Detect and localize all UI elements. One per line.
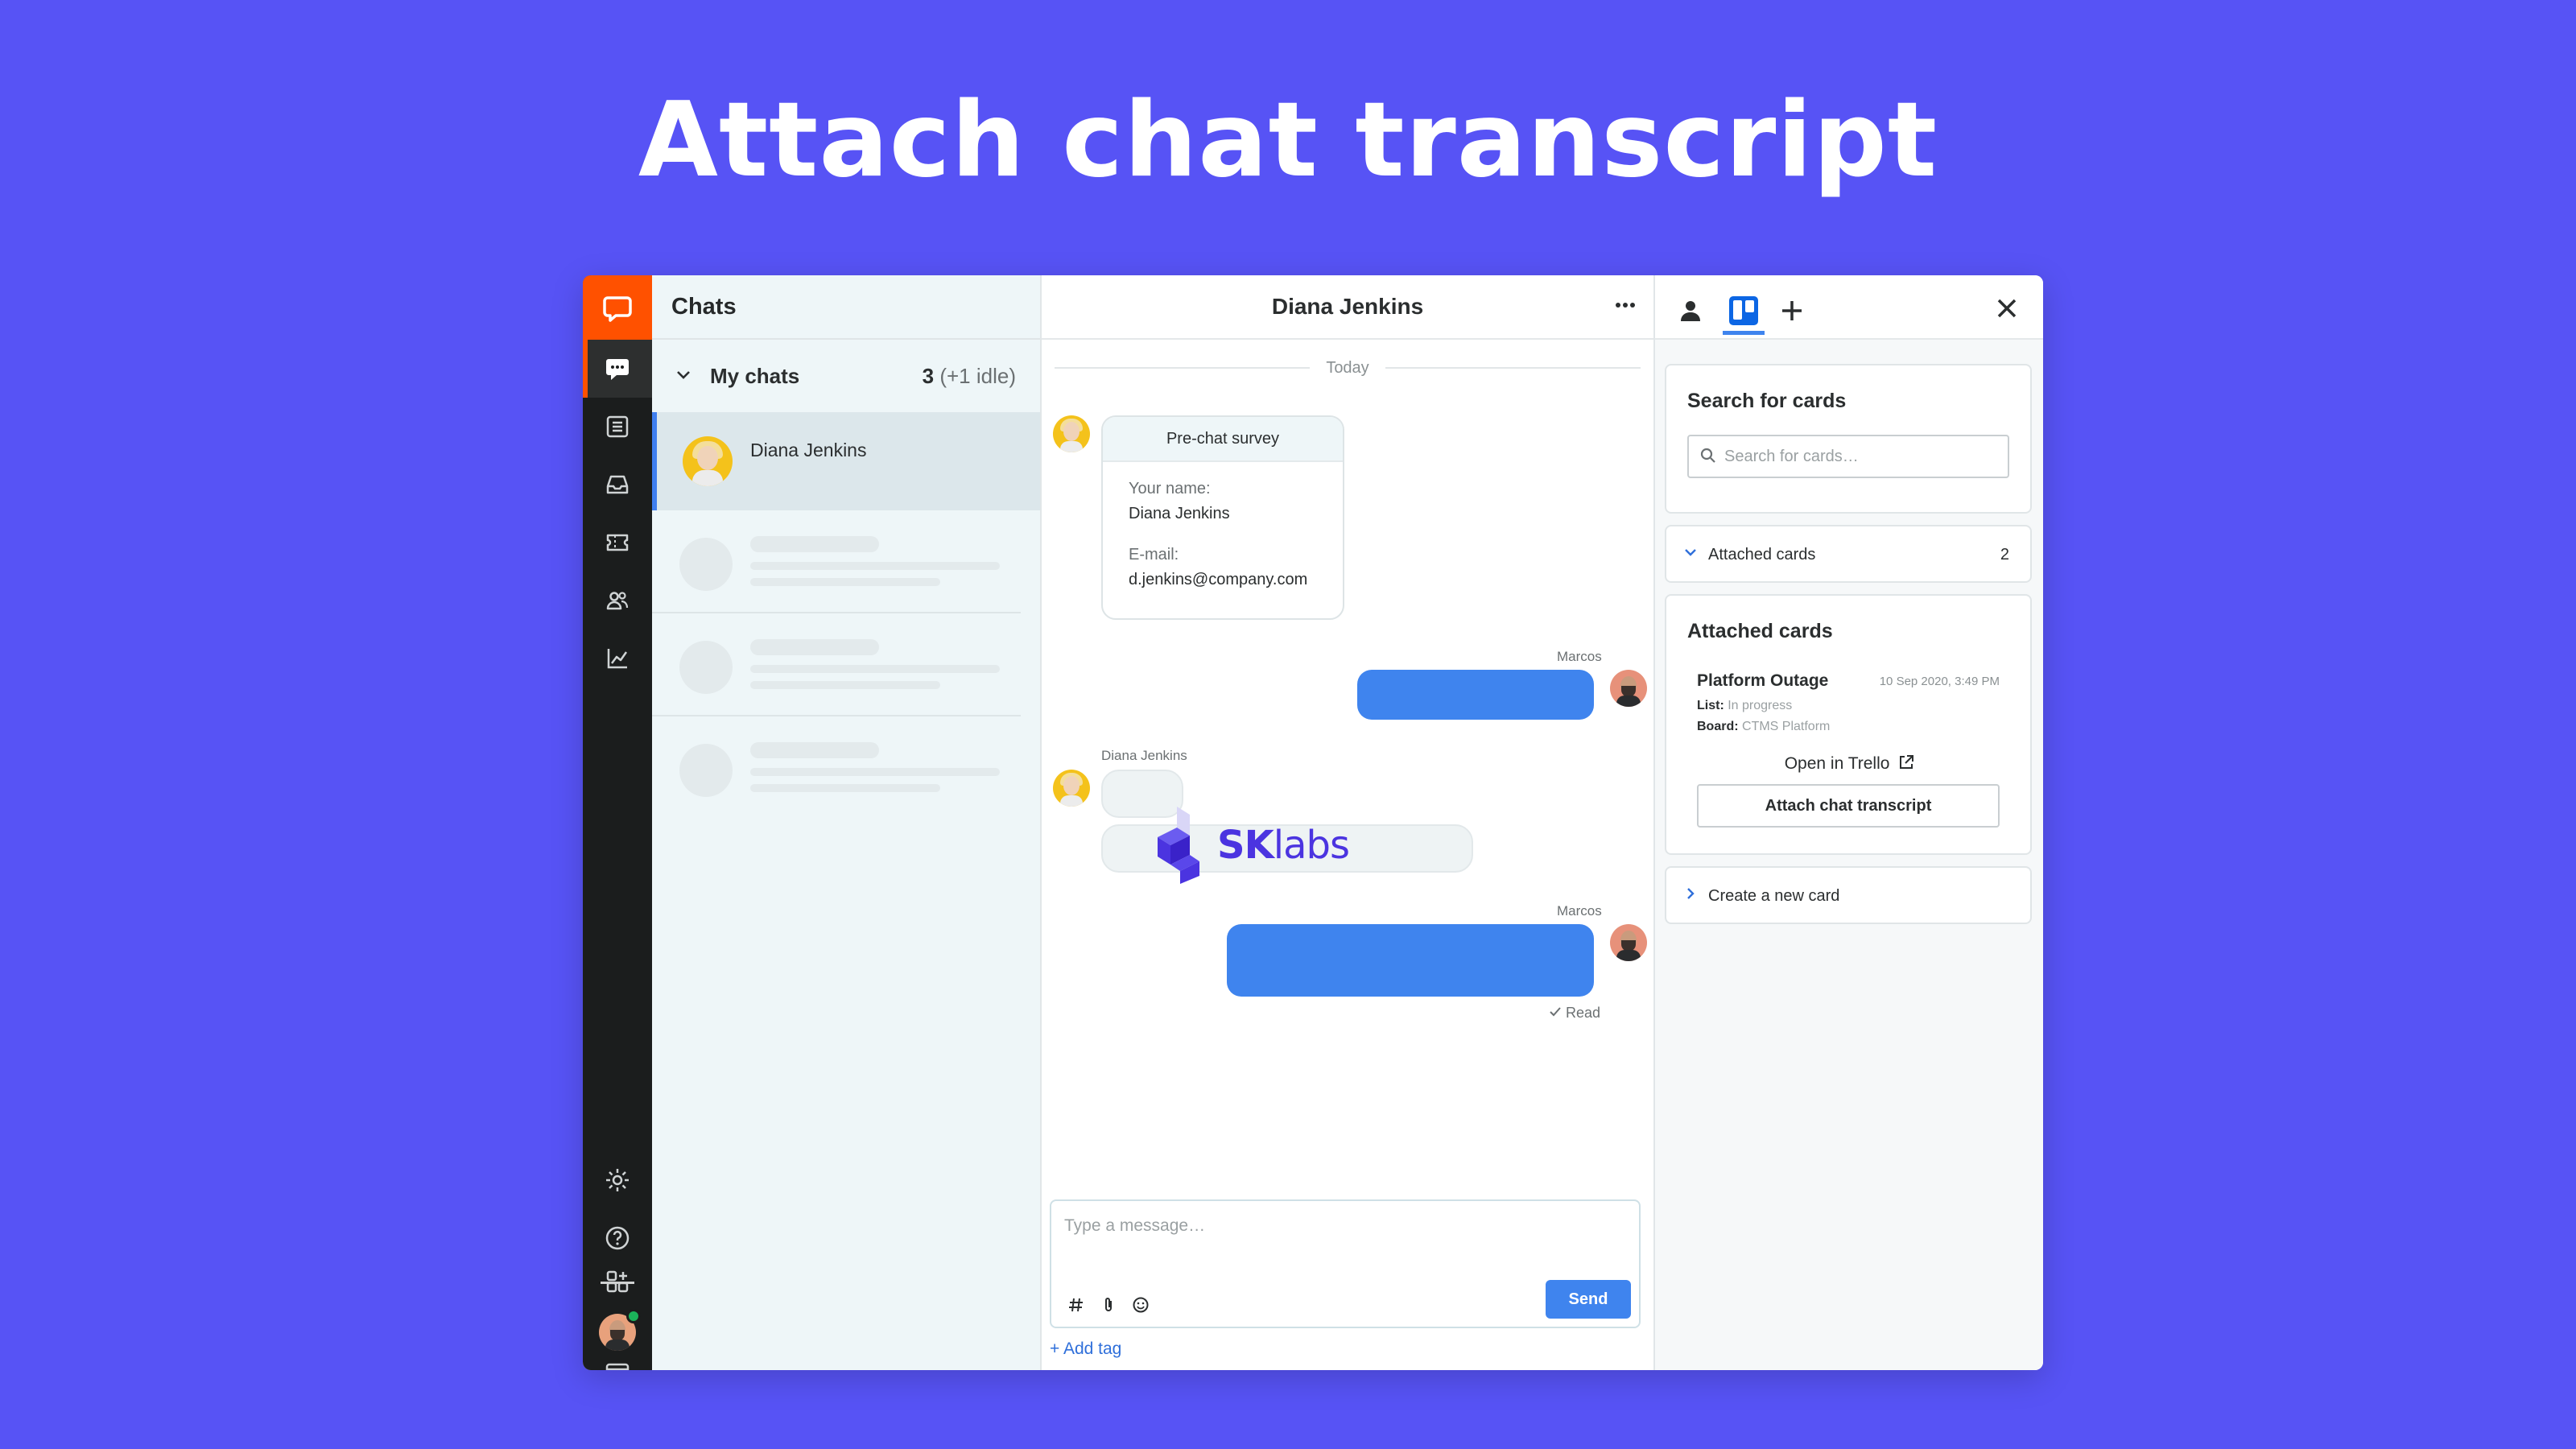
reports-icon[interactable] xyxy=(583,630,652,687)
attach-chat-transcript-button[interactable]: Attach chat transcript xyxy=(1697,784,2000,828)
chats-count-value: 3 xyxy=(922,363,935,388)
attached-card-list-value: In progress xyxy=(1728,699,1793,712)
check-icon xyxy=(1550,1007,1561,1017)
attached-card-list-label: List: xyxy=(1697,699,1724,712)
read-status: Read xyxy=(1566,1005,1601,1021)
hero-title: Attach chat transcript xyxy=(638,80,1938,200)
chevron-right-icon xyxy=(1682,886,1699,906)
agent-message xyxy=(1357,670,1594,720)
message-sender: Diana Jenkins xyxy=(1101,748,1187,763)
chat-header-name: Diana Jenkins xyxy=(1271,294,1424,319)
attached-card-board-value: CTMS Platform xyxy=(1742,720,1831,733)
create-card-accordion[interactable]: Create a new card xyxy=(1665,866,2032,924)
survey-email-value: d.jenkins@company.com xyxy=(1129,571,1308,588)
avatar xyxy=(1053,415,1090,452)
attached-card-date: 10 Sep 2020, 3:49 PM xyxy=(1879,675,2000,688)
sklabs-wordmark: SKlabs xyxy=(1217,823,1350,868)
send-button[interactable]: Send xyxy=(1546,1280,1631,1319)
attachment-icon[interactable] xyxy=(1100,1296,1117,1318)
panel-tabs xyxy=(1655,275,2043,340)
external-link-icon xyxy=(1900,755,1914,769)
attached-cards-section: Attached cards Platform Outage 10 Sep 20… xyxy=(1665,594,2032,855)
chevron-down-icon xyxy=(675,364,692,389)
read-receipt: Read xyxy=(1549,1005,1600,1022)
attached-cards-accordion-label: Attached cards xyxy=(1708,545,1816,564)
attached-cards-title: Attached cards xyxy=(1687,620,1833,642)
chat-header: Diana Jenkins xyxy=(1042,275,1653,340)
avatar xyxy=(683,436,733,486)
pre-chat-survey: Pre-chat survey Your name: Diana Jenkins… xyxy=(1101,415,1344,620)
date-divider-label: Today xyxy=(1326,358,1369,377)
message-input[interactable] xyxy=(1064,1212,1515,1240)
chats-count: 3 (+1 idle) xyxy=(923,364,1016,389)
details-panel: Search for cards Attached cards 2 Attach… xyxy=(1655,275,2043,1370)
open-in-trello-link[interactable]: Open in Trello xyxy=(1666,753,2033,774)
survey-email-label: E-mail: xyxy=(1129,546,1179,564)
archives-icon[interactable] xyxy=(583,398,652,456)
chat-list-placeholder xyxy=(652,510,1021,613)
my-chats-label: My chats xyxy=(710,363,800,388)
attached-cards-count: 2 xyxy=(2000,545,2009,564)
chat-list-item-name: Diana Jenkins xyxy=(750,440,867,460)
search-cards-title: Search for cards xyxy=(1687,390,1847,412)
chats-idle: (+1 idle) xyxy=(939,363,1016,388)
agent-message xyxy=(1227,924,1594,997)
chats-icon[interactable] xyxy=(583,340,652,398)
settings-icon[interactable] xyxy=(583,1151,652,1209)
search-cards-section: Search for cards xyxy=(1665,364,2032,514)
open-in-trello-label: Open in Trello xyxy=(1784,754,1890,773)
avatar xyxy=(1053,770,1090,807)
customers-icon[interactable] xyxy=(583,572,652,630)
user-avatar[interactable] xyxy=(599,1314,636,1351)
hashtag-icon[interactable] xyxy=(1067,1296,1085,1318)
chat-list-placeholder xyxy=(652,716,1021,819)
sklabs-logo-icon xyxy=(1158,807,1199,884)
date-divider: Today xyxy=(1055,356,1641,380)
search-cards-input[interactable] xyxy=(1724,444,1998,469)
search-icon xyxy=(1699,446,1718,469)
sklabs-wordmark-rest: labs xyxy=(1273,823,1350,868)
attached-card-name[interactable]: Platform Outage xyxy=(1697,671,1828,691)
message-sender: Marcos xyxy=(1557,903,1602,919)
close-icon[interactable] xyxy=(1995,296,2019,324)
survey-name-label: Your name: xyxy=(1129,480,1211,497)
customer-icon[interactable] xyxy=(1670,288,1711,333)
sklabs-wordmark-bold: SK xyxy=(1217,823,1274,868)
trello-icon[interactable] xyxy=(1723,288,1765,335)
chats-header: Chats xyxy=(652,275,1040,340)
my-chats-section[interactable]: My chats 3 (+1 idle) xyxy=(652,340,1040,412)
message-sender: Marcos xyxy=(1557,649,1602,664)
chevron-down-icon xyxy=(1682,544,1699,565)
attached-cards-accordion[interactable]: Attached cards 2 xyxy=(1665,525,2032,583)
survey-name-value: Diana Jenkins xyxy=(1129,505,1230,522)
avatar xyxy=(1610,924,1647,961)
message-composer: Send xyxy=(1050,1199,1641,1328)
inbox-icon[interactable] xyxy=(583,456,652,514)
survey-title: Pre-chat survey xyxy=(1103,417,1343,462)
help-icon[interactable] xyxy=(583,1209,652,1267)
more-options-icon[interactable] xyxy=(1613,293,1637,324)
search-cards-field xyxy=(1687,435,2009,478)
attached-card-list: List: In progress xyxy=(1697,699,1792,713)
avatar xyxy=(1610,670,1647,707)
create-card-label: Create a new card xyxy=(1708,886,1840,905)
chat-logo-icon[interactable] xyxy=(583,275,652,340)
chat-list-placeholder xyxy=(652,613,1021,716)
chats-list-panel: Chats My chats 3 (+1 idle) Diana Jenkins xyxy=(652,275,1042,1370)
tickets-icon[interactable] xyxy=(583,514,652,572)
add-icon[interactable] xyxy=(1771,288,1813,333)
sklabs-logo: SKlabs xyxy=(1154,805,1350,886)
add-tag-link[interactable]: + Add tag xyxy=(1050,1340,1121,1359)
emoji-icon[interactable] xyxy=(1132,1296,1150,1318)
attached-card-board: Board: CTMS Platform xyxy=(1697,720,1830,734)
attached-card-board-label: Board: xyxy=(1697,720,1739,733)
chat-list-item-active[interactable]: Diana Jenkins xyxy=(652,412,1040,510)
